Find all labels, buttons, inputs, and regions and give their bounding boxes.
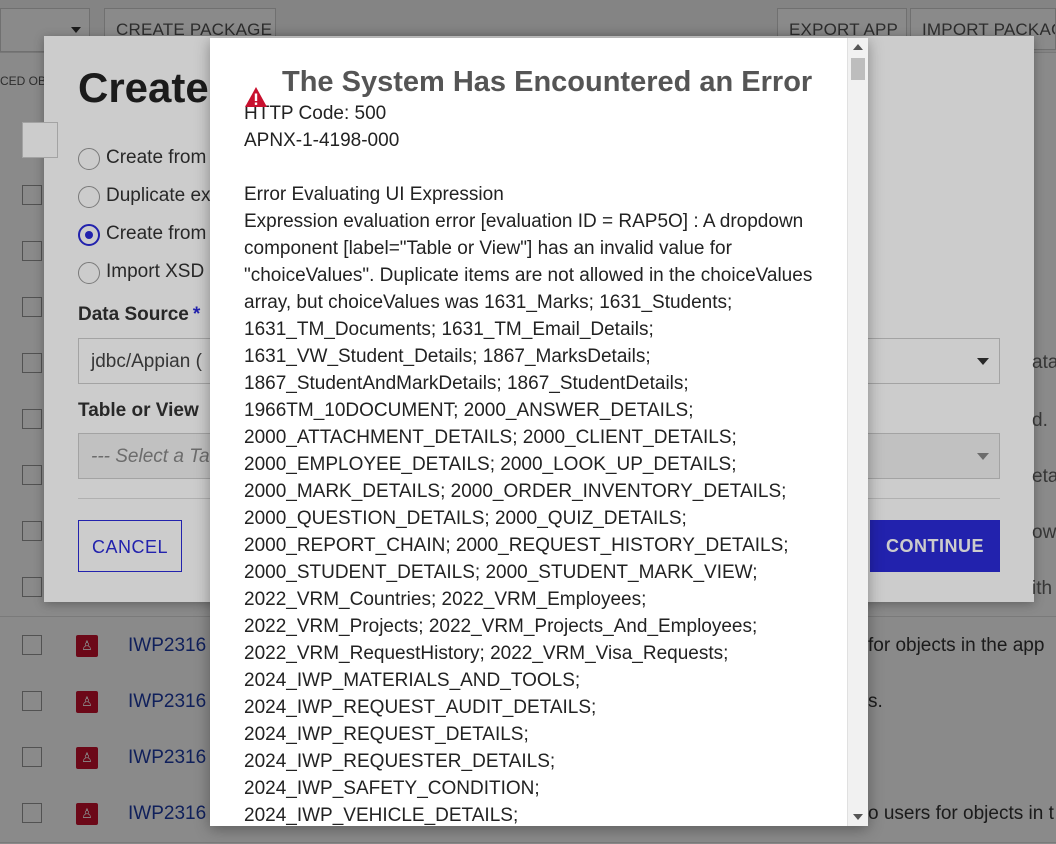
scroll-down-arrow-icon[interactable] — [853, 814, 863, 820]
error-code: APNX-1-4198-000 — [244, 130, 400, 151]
scrollbar-thumb[interactable] — [851, 58, 865, 80]
error-content: The System Has Encountered an Error HTTP… — [244, 64, 814, 826]
http-code: HTTP Code: 500 — [244, 103, 387, 124]
error-title: The System Has Encountered an Error — [282, 66, 813, 98]
scrollbar[interactable] — [847, 38, 868, 826]
error-header: The System Has Encountered an Error — [244, 64, 814, 107]
error-heading: Error Evaluating UI Expression — [244, 184, 504, 205]
error-message: Expression evaluation error [evaluation … — [244, 211, 813, 826]
scroll-up-arrow-icon[interactable] — [853, 44, 863, 50]
error-dialog: The System Has Encountered an Error HTTP… — [210, 38, 868, 826]
warning-icon — [245, 87, 267, 107]
